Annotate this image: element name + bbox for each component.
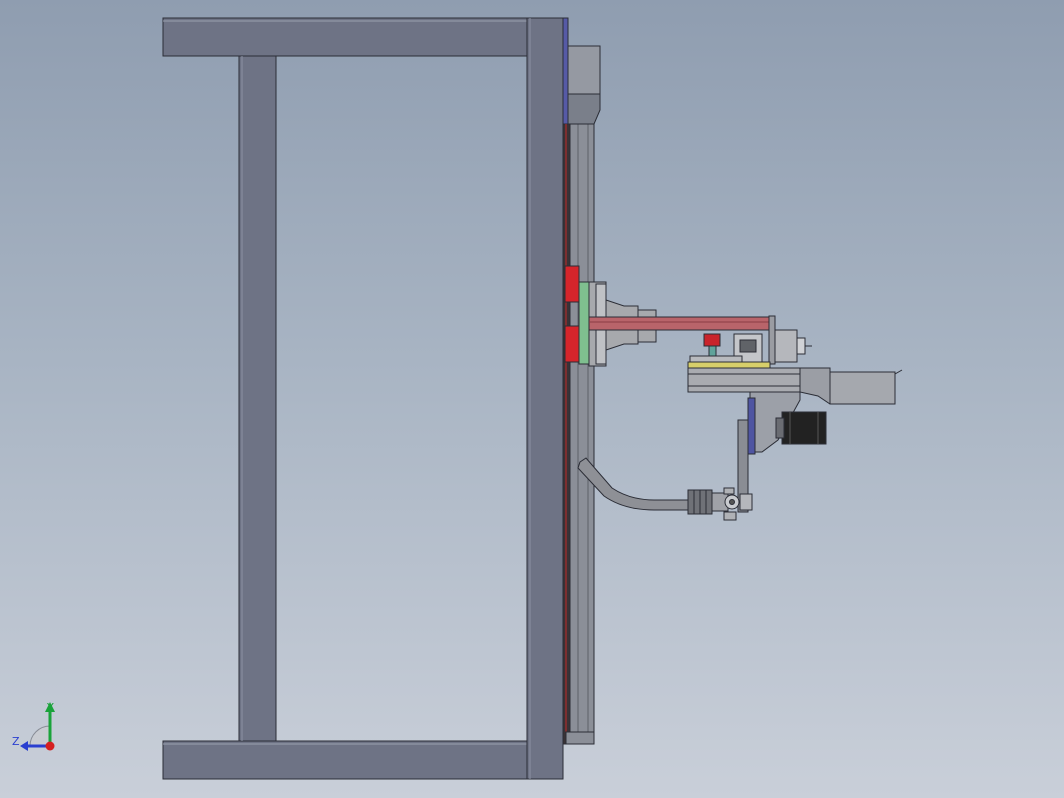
frame <box>162 17 564 780</box>
bottom-beam <box>162 740 528 780</box>
right-column <box>526 17 564 780</box>
carriage-block-upper <box>564 265 580 303</box>
red-connector <box>703 333 721 347</box>
end-effector <box>687 315 903 513</box>
small-motor <box>774 329 798 363</box>
cad-assembly-drawing: Y Z <box>12 17 903 780</box>
top-beam <box>162 17 528 57</box>
torch-hose <box>577 457 753 521</box>
rail-body <box>567 123 595 742</box>
z-axis-label: Z <box>12 735 20 748</box>
top-drive-housing <box>567 45 601 125</box>
left-upright <box>238 55 277 742</box>
rail-blue-strip <box>562 17 569 127</box>
horizontal-arm <box>588 316 770 331</box>
carriage <box>564 265 657 367</box>
cad-viewport[interactable]: Y Z <box>0 0 1064 798</box>
y-axis-label: Y <box>46 701 54 714</box>
base-extrusion <box>687 367 801 393</box>
origin-dot <box>45 741 55 751</box>
yellow-plate <box>687 361 771 369</box>
carriage-block-lower <box>564 325 580 363</box>
orientation-triad[interactable]: Y Z <box>12 701 55 751</box>
linear-rail <box>562 17 595 745</box>
stepper-motor <box>781 411 827 445</box>
carriage-plate <box>578 281 590 365</box>
rail-end-cap <box>565 731 595 745</box>
